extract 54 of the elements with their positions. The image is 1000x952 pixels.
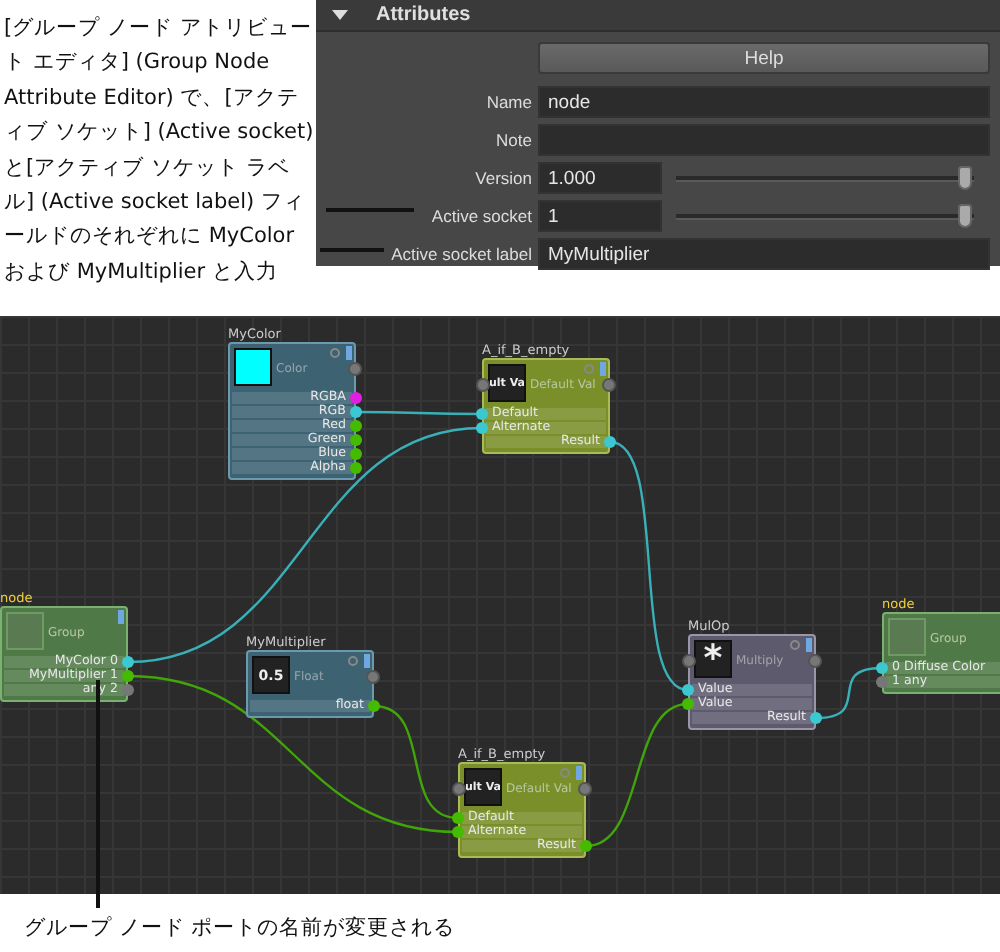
port-dot[interactable] (122, 656, 134, 668)
color-swatch (234, 348, 272, 386)
port-dot[interactable] (682, 698, 694, 710)
port-dot[interactable] (350, 406, 362, 418)
slider-thumb[interactable] (958, 166, 972, 190)
callout-text: [グループ ノード アトリビュート エディタ] (Group Node Attribute Editor) で、[アクティブ ソケット] (Active socket) と[アクティブ ソケット ラベル] (Active socket label) フィールドのそれぞれに MyColor および MyMultiplier と入力 (2, 14, 316, 288)
port-dot[interactable] (452, 812, 464, 824)
port-dot[interactable] (350, 434, 362, 446)
help-button[interactable]: Help (538, 42, 990, 74)
port-dot[interactable] (580, 840, 592, 852)
port-dot[interactable] (682, 684, 694, 696)
slider-thumb[interactable] (958, 204, 972, 228)
port-dot[interactable] (876, 662, 888, 674)
input-field[interactable]: MyMultiplier (538, 238, 990, 270)
port-dot[interactable] (348, 362, 362, 376)
port-dot[interactable] (452, 826, 464, 838)
port-dot[interactable] (604, 436, 616, 448)
input-field[interactable]: 1 (538, 200, 662, 232)
panel-header[interactable]: Attributes (316, 0, 1000, 32)
port-dot[interactable] (476, 378, 490, 392)
port-dot[interactable] (366, 670, 380, 684)
port-dot[interactable] (602, 378, 616, 392)
collapse-icon[interactable] (332, 10, 348, 20)
field-label: Note (496, 130, 532, 150)
panel-title: Attributes (376, 4, 471, 26)
field-label: Name (486, 92, 532, 112)
input-field[interactable] (538, 124, 990, 156)
leader-line (320, 248, 384, 251)
field-label: Active socket (431, 206, 532, 226)
thumbnail: * (694, 640, 732, 678)
port-dot[interactable] (350, 448, 362, 460)
port-dot[interactable] (876, 676, 888, 688)
port-dot[interactable] (350, 392, 362, 404)
port-dot[interactable] (452, 782, 466, 796)
thumbnail (888, 618, 926, 656)
thumbnail (6, 612, 44, 650)
port-dot[interactable] (578, 782, 592, 796)
input-field[interactable]: node (538, 86, 990, 118)
field-label: Active socket label (391, 244, 532, 264)
wire (356, 410, 482, 416)
port-dot[interactable] (810, 712, 822, 724)
caption-text: グループ ノード ポートの名前が変更される (24, 914, 456, 942)
input-field[interactable]: 1.000 (538, 162, 662, 194)
port-dot[interactable] (808, 654, 822, 668)
port-dot[interactable] (368, 700, 380, 712)
port-dot[interactable] (122, 670, 134, 682)
field-label: Version (475, 168, 532, 188)
port-dot[interactable] (350, 462, 362, 474)
port-dot[interactable] (122, 684, 134, 696)
port-dot[interactable] (682, 654, 696, 668)
port-dot[interactable] (476, 422, 488, 434)
port-dot[interactable] (350, 420, 362, 432)
leader-line (326, 208, 414, 211)
port-dot[interactable] (476, 408, 488, 420)
